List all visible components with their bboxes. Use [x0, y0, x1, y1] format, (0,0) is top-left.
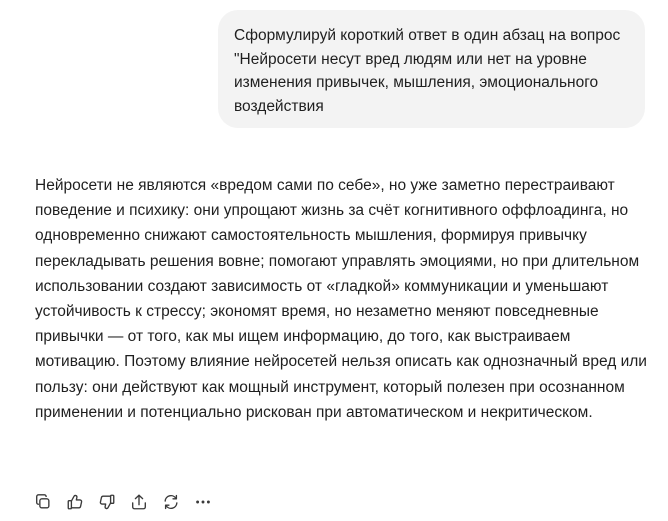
assistant-message-text: Нейросети не являются «вредом сами по се…: [35, 177, 647, 421]
copy-button[interactable]: [34, 490, 66, 514]
thumbs-down-icon: [99, 494, 115, 510]
refresh-icon: [164, 494, 178, 510]
more-icon: [196, 500, 210, 504]
more-options-button[interactable]: [194, 490, 226, 514]
share-icon: [132, 494, 146, 510]
share-button[interactable]: [130, 490, 162, 514]
user-message-bubble: Сформулируй короткий ответ в один абзац …: [218, 10, 645, 128]
regenerate-button[interactable]: [162, 490, 194, 514]
copy-icon: [36, 494, 50, 509]
thumbs-up-icon: [67, 494, 83, 510]
like-button[interactable]: [66, 490, 98, 514]
user-message-text: Сформулируй короткий ответ в один абзац …: [234, 27, 621, 115]
dislike-button[interactable]: [98, 490, 130, 514]
message-actions-bar: [34, 490, 226, 514]
